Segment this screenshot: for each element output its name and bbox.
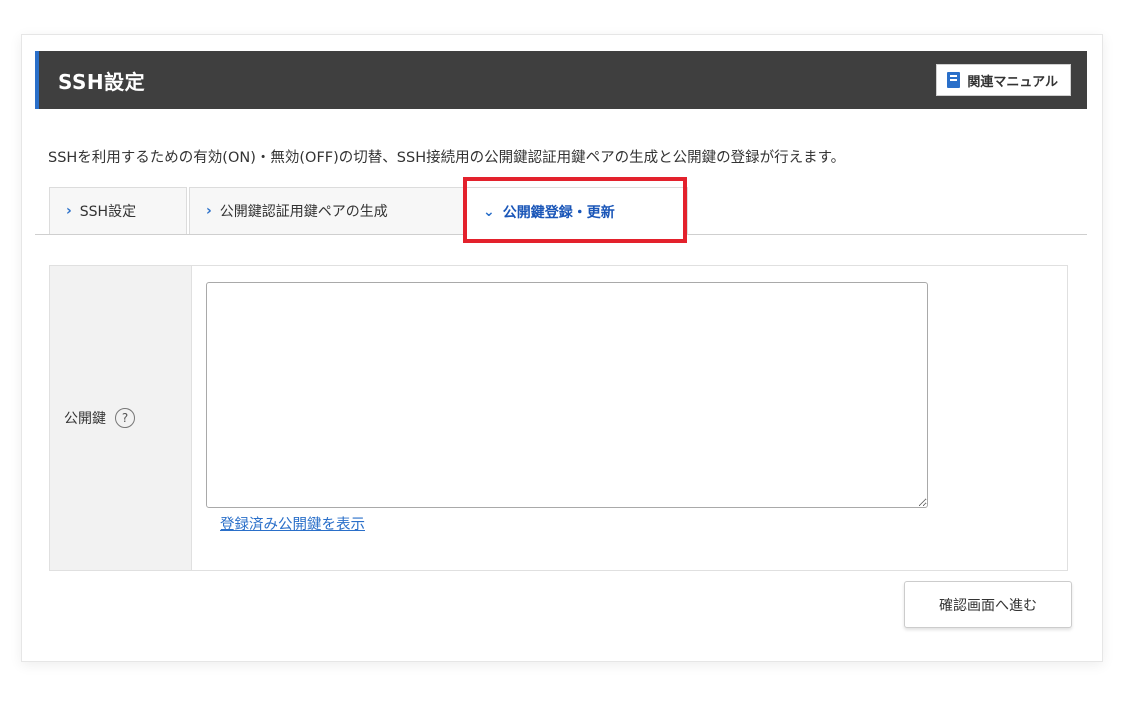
public-key-label-cell: 公開鍵 ? [50,266,192,570]
tab-bar: › SSH設定 › 公開鍵認証用鍵ペアの生成 ⌄ 公開鍵登録・更新 [35,187,1087,235]
proceed-to-confirm-button[interactable]: 確認画面へ進む [904,581,1072,628]
ssh-settings-panel: SSH設定 関連マニュアル SSHを利用するための有効(ON)・無効(OFF)の… [21,34,1103,662]
public-key-value-cell: 登録済み公開鍵を表示 [192,266,1067,570]
tab-label: 公開鍵認証用鍵ペアの生成 [219,204,388,220]
public-key-label: 公開鍵 [64,411,106,427]
public-key-textarea[interactable] [206,282,928,508]
panel-header: SSH設定 関連マニュアル [35,51,1087,109]
book-icon [947,72,961,88]
show-registered-keys-link[interactable]: 登録済み公開鍵を表示 [220,513,365,534]
tab-label: SSH設定 [79,204,137,220]
tab-label: 公開鍵登録・更新 [502,204,615,221]
page-title: SSH設定 [58,70,146,94]
chevron-right-icon: › [206,203,212,219]
tab-ssh-settings[interactable]: › SSH設定 [49,187,187,234]
tab-key-pair-generation[interactable]: › 公開鍵認証用鍵ペアの生成 [189,187,464,234]
public-key-form: 公開鍵 ? 登録済み公開鍵を表示 [49,265,1068,571]
chevron-down-icon: ⌄ [483,203,495,220]
related-manual-label: 関連マニュアル [967,74,1058,90]
page-description: SSHを利用するための有効(ON)・無効(OFF)の切替、SSH接続用の公開鍵認… [48,150,846,166]
chevron-right-icon: › [66,203,72,219]
help-icon[interactable]: ? [115,408,135,428]
related-manual-button[interactable]: 関連マニュアル [936,64,1071,96]
tab-public-key-register[interactable]: ⌄ 公開鍵登録・更新 [466,187,688,235]
